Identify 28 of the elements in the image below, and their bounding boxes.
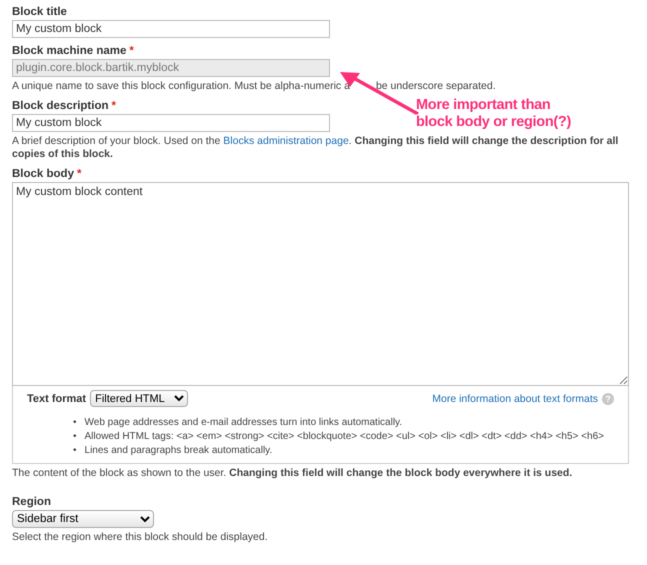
bullet: • (73, 417, 77, 429)
help-text: The content of the block as shown to the user. Changing this field will change the block body everywhere it is used. (12, 467, 574, 480)
field-label: Block body (12, 168, 74, 180)
region-select[interactable]: Sidebar first (12, 510, 154, 528)
field-label: Block title (12, 6, 67, 18)
text-formats-link[interactable]: More information about text formats (432, 392, 598, 404)
bullet: • (73, 431, 77, 443)
help-text: Select the region where this block should be displayed. (12, 531, 269, 544)
text-field[interactable]: My custom block (12, 114, 330, 132)
annotation-note: More important than block body or region(?) (416, 97, 572, 131)
required-mark: * (129, 45, 134, 57)
help-text: A brief description of your block. Used on the Blocks administration page. Changing this field will change the description for all copies of this block. (12, 135, 620, 161)
required-mark: * (76, 168, 82, 180)
field-label: Region (12, 496, 51, 508)
field-label: Block machine name (12, 45, 126, 57)
text-format-select[interactable]: Filtered HTML (90, 390, 188, 407)
text-format-label: Text format (27, 392, 86, 404)
text-field[interactable]: My custom block (12, 20, 330, 38)
bullet: • (73, 445, 77, 457)
help-text: A unique name to save this block configuration. Must be alpha-numeric a be underscore separated. (12, 80, 497, 93)
field-label: Block description (12, 100, 108, 112)
help-icon: ? (602, 392, 614, 404)
format-tip: Web page addresses and e-mail addresses turn into links automatically. (84, 417, 402, 429)
format-tip: Lines and paragraphs break automatically. (84, 445, 272, 457)
format-tip: Allowed HTML tags: <a> <em> <strong> <cite> <blockquote> <code> <ul> <ol> <li> <dl> <dt> <dd> <h4> <h5> <h6> (84, 431, 604, 443)
admin-page-link[interactable]: Blocks administration page (223, 135, 349, 147)
body-textarea[interactable]: My custom block content (12, 182, 629, 386)
required-mark: * (112, 100, 116, 112)
